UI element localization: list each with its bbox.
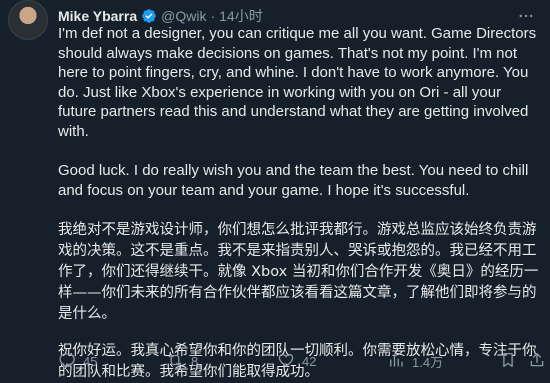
reply-button[interactable]: 45 (58, 351, 97, 372)
tweet-paragraph-1: I'm def not a designer, you can critique… (58, 25, 537, 140)
author-avatar[interactable] (8, 0, 48, 40)
reply-count: 45 (83, 353, 98, 369)
tweet-card[interactable]: Mike Ybarra @Qwik · 14小时 I'm def not a d… (0, 0, 550, 380)
tweet-body: I'm def not a designer, you can critique… (58, 24, 540, 383)
view-count: 1.4万 (412, 354, 444, 370)
bookmark-icon (499, 351, 517, 372)
share-button[interactable] (528, 351, 546, 372)
more-options-icon[interactable] (516, 6, 536, 26)
action-bar: 45 8 42 1.4万 (58, 350, 544, 372)
tweet-paragraph-2: Good luck. I do really wish you and the … (58, 162, 529, 199)
header-separator: · (210, 8, 216, 24)
verified-badge-icon (141, 8, 157, 24)
share-icon (528, 351, 546, 372)
like-count: 42 (302, 353, 317, 369)
tweet-header: Mike Ybarra @Qwik · 14小时 (58, 6, 263, 26)
tweet-timestamp[interactable]: 14小时 (219, 6, 263, 26)
bookmark-button[interactable] (499, 351, 517, 372)
heart-icon (277, 351, 295, 372)
tweet-paragraph-3-translation: 我绝对不是游戏设计师，你们想怎么批评我都行。游戏总监应该始终负责游戏的决策。这不… (58, 222, 539, 322)
author-handle[interactable]: @Qwik (161, 8, 206, 24)
views-chart-icon (387, 351, 405, 372)
views-button[interactable]: 1.4万 (387, 351, 443, 372)
retweet-icon (166, 351, 184, 372)
retweet-button[interactable]: 8 (166, 351, 198, 372)
retweet-count: 8 (191, 353, 199, 369)
author-name[interactable]: Mike Ybarra (58, 8, 137, 24)
reply-icon (58, 351, 76, 372)
like-button[interactable]: 42 (277, 351, 316, 372)
